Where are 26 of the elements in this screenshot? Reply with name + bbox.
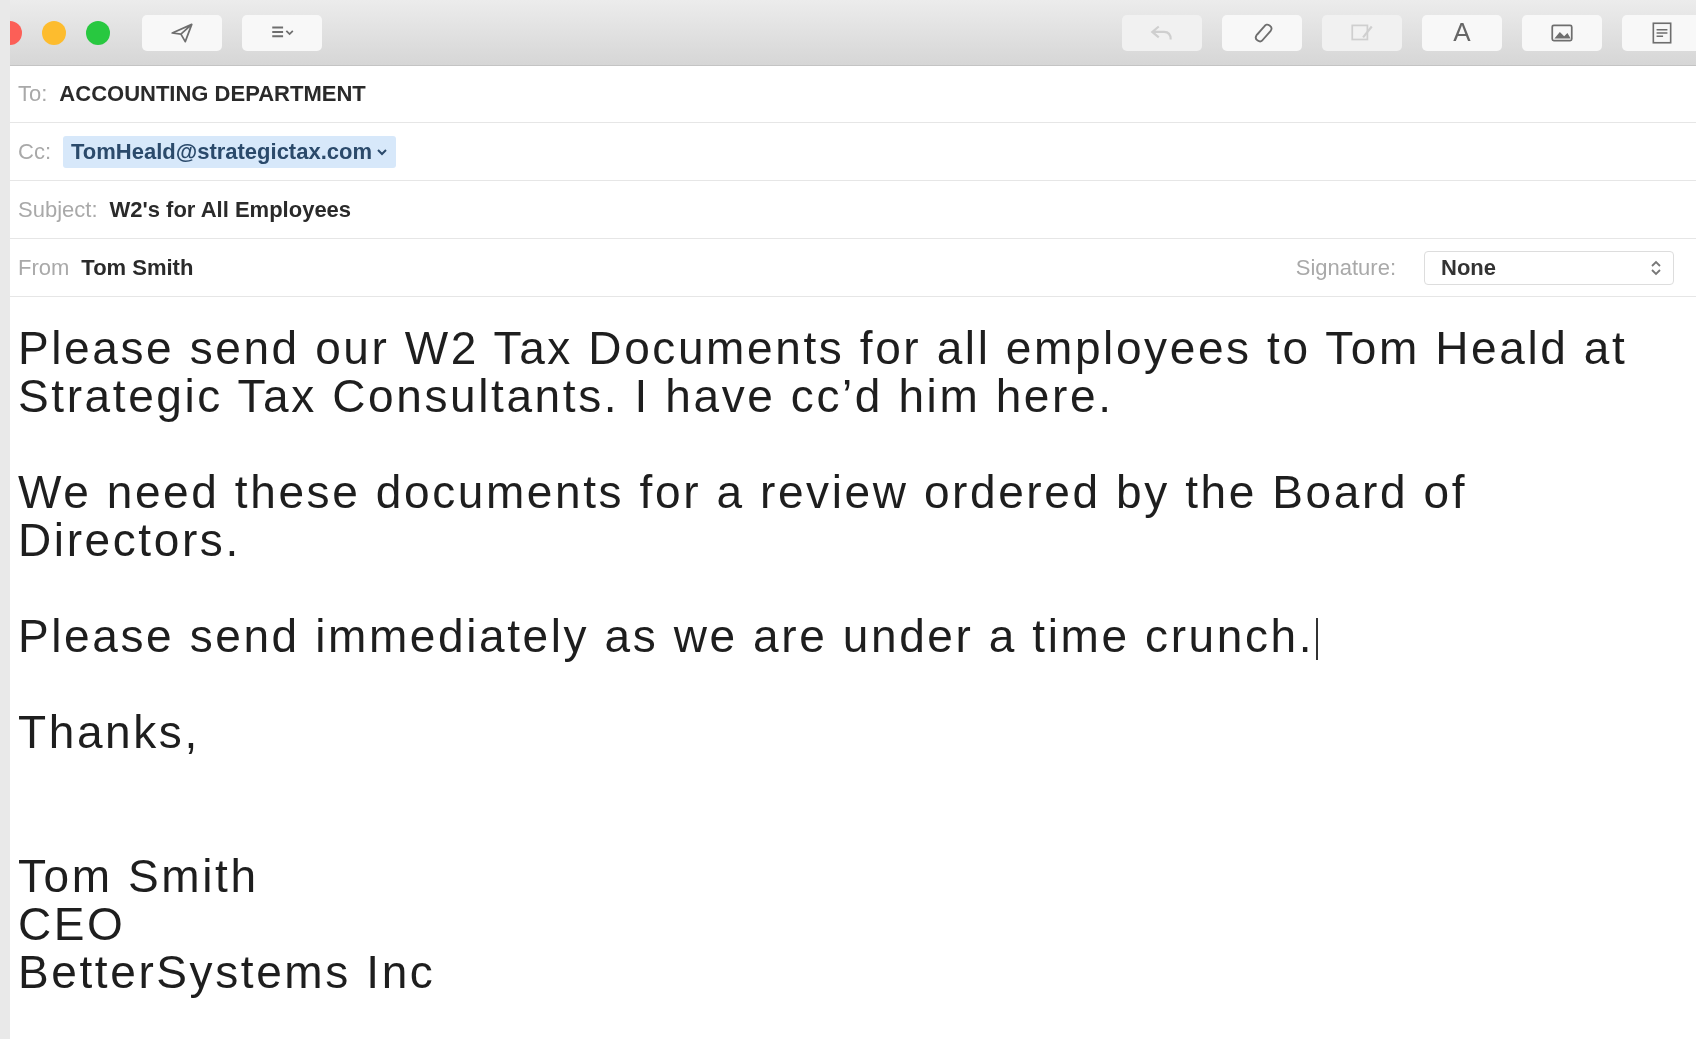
field-label: Subject: bbox=[18, 197, 98, 223]
body-paragraph: Please send immediately as we are under a time crunch. bbox=[18, 610, 1315, 662]
send-button[interactable] bbox=[142, 14, 222, 51]
up-down-arrows-icon bbox=[1649, 258, 1663, 278]
body-paragraph: Thanks, bbox=[18, 706, 200, 758]
photo-browser-button[interactable] bbox=[1522, 14, 1602, 51]
zoom-window-button[interactable] bbox=[86, 20, 110, 45]
recipient-token[interactable]: TomHeald@strategictax.com bbox=[63, 136, 397, 168]
header-fields-button[interactable] bbox=[242, 14, 322, 51]
body-paragraph: We need these documents for a review ordered by the Board of Directors. bbox=[18, 466, 1467, 566]
field-value: ACCOUNTING DEPARTMENT bbox=[59, 81, 366, 107]
signature-line: Tom Smith bbox=[18, 852, 259, 900]
field-label: Cc: bbox=[18, 139, 51, 165]
attach-button[interactable] bbox=[1222, 14, 1302, 51]
sender-name: Tom Smith bbox=[81, 255, 194, 281]
field-value: W2's for All Employees bbox=[109, 197, 352, 223]
body-paragraph: Please send our W2 Tax Documents for all employees to Tom Heald at Strategic Tax Consultants. I have cc’d him here. bbox=[18, 322, 1628, 422]
stationery-button[interactable] bbox=[1622, 14, 1696, 51]
field-label: From bbox=[18, 255, 70, 281]
signature-dropdown[interactable]: None bbox=[1424, 251, 1674, 285]
field-label: To: bbox=[18, 81, 48, 107]
caret-icon bbox=[376, 148, 389, 156]
signature-line: BetterSystems Inc bbox=[18, 948, 436, 996]
signature-label: Signature: bbox=[1295, 255, 1396, 281]
format-button[interactable]: A bbox=[1422, 14, 1502, 51]
signature-line: CEO bbox=[18, 900, 126, 948]
